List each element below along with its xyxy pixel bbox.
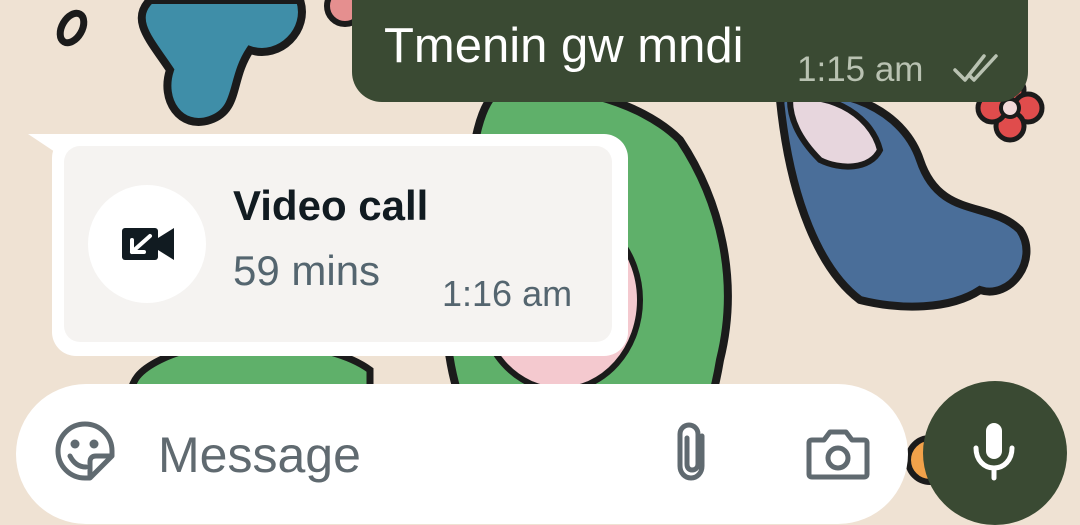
outgoing-message-text: Tmenin gw mndi	[384, 19, 744, 73]
outgoing-message-time: 1:15 am	[797, 50, 924, 89]
camera-icon[interactable]	[806, 424, 870, 482]
sticker-emoji-icon[interactable]	[54, 420, 116, 482]
incoming-video-call-icon	[122, 228, 174, 260]
microphone-icon	[973, 423, 1015, 481]
call-duration: 59 mins	[233, 247, 381, 294]
message-input[interactable]	[158, 420, 618, 490]
double-check-icon	[953, 54, 998, 82]
paperclip-icon[interactable]	[668, 420, 720, 484]
call-time: 1:16 am	[442, 273, 573, 314]
call-title: Video call	[233, 182, 429, 229]
